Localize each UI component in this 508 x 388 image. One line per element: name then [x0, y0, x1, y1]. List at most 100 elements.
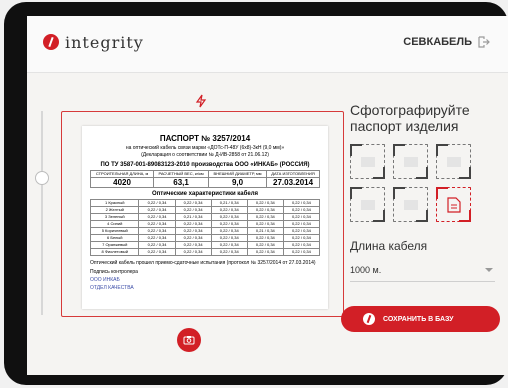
cable-length-value: 1000 м.: [350, 265, 382, 275]
optics-cell: 0,22 / 0,34: [210, 220, 248, 228]
optics-cell: 0,22 / 0,34: [138, 248, 176, 256]
optics-cell: 0,22 / 0,34: [246, 248, 284, 256]
user-logout[interactable]: СЕВКАБЕЛЬ: [403, 36, 490, 48]
zoom-slider-track[interactable]: [41, 111, 43, 315]
optics-row: 3 Зеленый 0,22 / 0,34 0,21 / 0,34 0,22 / 0,…: [89, 213, 321, 221]
passport-document: ПАСПОРТ № 3257/2014 на оптический кабель…: [82, 126, 328, 309]
optics-cell: 0,21 / 0,34: [210, 199, 248, 207]
app-header: integrity СЕВКАБЕЛЬ: [27, 16, 508, 73]
optics-row: 4 Синий 0,22 / 0,34 0,22 / 0,34 0,22 / 0,34…: [89, 220, 321, 228]
main-value-cell: 63,1: [153, 177, 209, 188]
photo-slot-active[interactable]: [436, 187, 471, 222]
logout-icon[interactable]: [478, 36, 490, 48]
zoom-slider-thumb[interactable]: [35, 171, 49, 185]
optics-cell: 0,22 / 0,34: [282, 234, 321, 242]
optics-cell: 0,22 / 0,34: [174, 234, 212, 242]
optics-cell: 0,21 / 0,34: [246, 227, 284, 235]
optics-cell: 0,22 / 0,34: [174, 199, 212, 207]
optics-cell: 0,22 / 0,34: [282, 227, 321, 235]
optics-cell: 0,22 / 0,34: [282, 248, 321, 256]
photo-slot[interactable]: [350, 187, 385, 222]
optics-cell: 2 Желтый: [89, 206, 140, 214]
chevron-down-icon: [485, 268, 493, 272]
photo-slot[interactable]: [350, 144, 385, 179]
photo-instruction: Сфотографируйте паспорт изделия: [350, 102, 470, 134]
optics-table: 1 Красный 0,22 / 0,34 0,22 / 0,34 0,21 / 0,…: [89, 199, 321, 256]
optics-cell: 0,22 / 0,34: [138, 220, 176, 228]
save-button-label: СОХРАНИТЬ В БАЗУ: [383, 315, 454, 323]
app-screen: integrity СЕВКАБЕЛЬ ПАСПОРТ № 3257/2014 …: [27, 16, 508, 375]
user-name: СЕВКАБЕЛЬ: [403, 36, 472, 48]
optics-cell: 0,22 / 0,34: [174, 227, 212, 235]
optics-cell: 0,22 / 0,34: [246, 220, 284, 228]
optics-cell: 0,22 / 0,34: [210, 227, 248, 235]
optics-cell: 0,22 / 0,34: [246, 206, 284, 214]
optics-cell: 0,22 / 0,34: [174, 206, 212, 214]
optics-row: 5 Коричневый 0,22 / 0,34 0,22 / 0,34 0,22 /…: [89, 227, 321, 235]
optics-cell: 0,22 / 0,34: [282, 220, 321, 228]
photo-slot[interactable]: [393, 187, 428, 222]
main-header-cell: СТРОИТЕЛЬНАЯ ДЛИНА, м: [89, 170, 155, 178]
optics-cell: 0,22 / 0,34: [210, 241, 248, 249]
cable-length-select[interactable]: 1000 м.: [350, 259, 495, 282]
document-main-table: СТРОИТЕЛЬНАЯ ДЛИНА, м РАСЧЕТНЫЙ ВЕС, кг/…: [89, 170, 320, 188]
flash-icon[interactable]: [194, 94, 208, 108]
optics-cell: 0,22 / 0,34: [174, 220, 212, 228]
optics-cell: 0,22 / 0,34: [246, 213, 284, 221]
signature-label: Подпись контролера: [90, 269, 138, 275]
optics-cell: 0,21 / 0,34: [174, 213, 212, 221]
optics-row: 1 Красный 0,22 / 0,34 0,22 / 0,34 0,21 / 0,…: [89, 199, 321, 207]
optics-cell: 0,22 / 0,34: [138, 227, 176, 235]
camera-icon: [183, 336, 195, 345]
optics-cell: 6 Белый: [89, 234, 140, 242]
optics-cell: 0,22 / 0,34: [210, 206, 248, 214]
optics-cell: 7 Оранжевый: [89, 241, 140, 249]
stamp-line2: ОТДЕЛ КАЧЕСТВА: [90, 285, 134, 291]
optics-cell: 0,22 / 0,34: [138, 206, 176, 214]
stamp-line1: ООО ИНКАБ: [90, 277, 120, 283]
photo-placeholder: [361, 200, 375, 210]
photo-placeholder: [404, 157, 418, 167]
optics-cell: 0,22 / 0,34: [210, 248, 248, 256]
optics-title: Оптические характеристики кабеля: [151, 191, 259, 197]
optics-cell: 8 Фиолетовый: [89, 248, 140, 256]
save-to-db-button[interactable]: СОХРАНИТЬ В БАЗУ: [341, 306, 500, 332]
optics-cell: 3 Зеленый: [89, 213, 140, 221]
photo-slots: [350, 144, 500, 222]
optics-cell: 0,22 / 0,34: [138, 241, 176, 249]
optics-row: 6 Белый 0,22 / 0,34 0,22 / 0,34 0,22 / 0,34…: [89, 234, 321, 242]
document-line1: на оптический кабель связи марки «ДОТс-П…: [125, 145, 285, 151]
optics-cell: 0,22 / 0,34: [282, 206, 321, 214]
optics-row: 8 Фиолетовый 0,22 / 0,34 0,22 / 0,34 0,22 /…: [89, 248, 321, 256]
optics-cell: 0,22 / 0,34: [282, 199, 321, 207]
optics-cell: 0,22 / 0,34: [138, 213, 176, 221]
document-icon: [447, 197, 461, 213]
main-value-cell: 27.03.2014: [266, 177, 320, 188]
main-header-cell: РАСЧЕТНЫЙ ВЕС, кг/км: [153, 170, 209, 178]
photo-placeholder: [404, 200, 418, 210]
logo-text: integrity: [65, 32, 144, 52]
optics-cell: 0,22 / 0,34: [210, 213, 248, 221]
optics-cell: 0,22 / 0,34: [246, 199, 284, 207]
logo-icon: [43, 34, 59, 50]
optics-cell: 0,22 / 0,34: [174, 248, 212, 256]
photo-placeholder: [361, 157, 375, 167]
document-title: ПАСПОРТ № 3257/2014: [159, 134, 251, 143]
optics-cell: 0,22 / 0,34: [282, 241, 321, 249]
main-value-cell: 9,0: [207, 177, 268, 188]
optics-cell: 4 Синий: [89, 220, 140, 228]
photo-slot[interactable]: [393, 144, 428, 179]
save-logo-icon: [363, 313, 375, 325]
cable-length-label: Длина кабеля: [350, 239, 428, 253]
optics-cell: 0,22 / 0,34: [282, 213, 321, 221]
main-value-cell: 4020: [89, 177, 155, 188]
tablet-frame: integrity СЕВКАБЕЛЬ ПАСПОРТ № 3257/2014 …: [4, 2, 508, 385]
optics-row: 7 Оранжевый 0,22 / 0,34 0,22 / 0,34 0,22 / …: [89, 241, 321, 249]
optics-cell: 1 Красный: [89, 199, 140, 207]
photo-slot[interactable]: [436, 144, 471, 179]
photo-placeholder: [447, 157, 461, 167]
optics-cell: 0,22 / 0,34: [246, 234, 284, 242]
optics-cell: 5 Коричневый: [89, 227, 140, 235]
document-line2: (Декларация о соответствии № Д-ИВ-2858 о…: [141, 152, 269, 158]
camera-shutter-button[interactable]: [177, 328, 201, 352]
